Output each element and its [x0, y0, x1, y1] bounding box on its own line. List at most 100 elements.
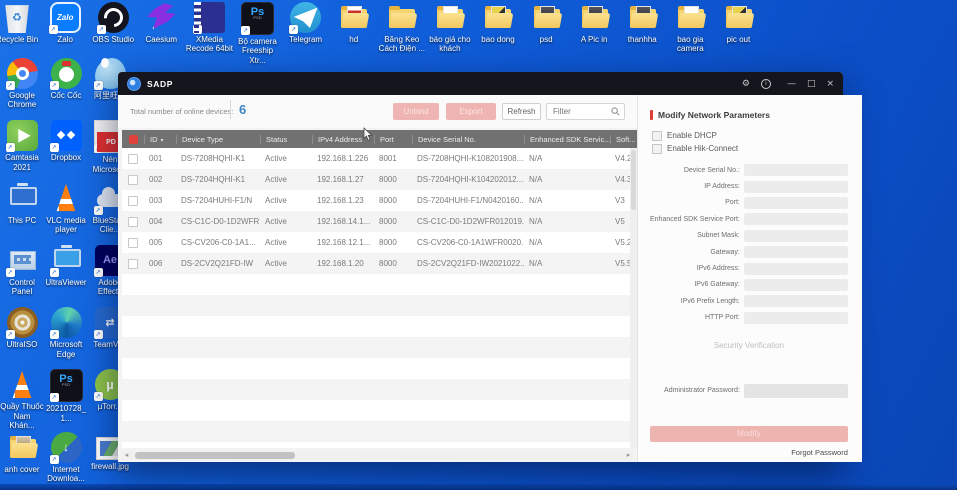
filter-input[interactable]	[551, 106, 611, 117]
port-input[interactable]	[744, 197, 848, 209]
desktop-icon-pic-out[interactable]: pic out	[714, 2, 762, 65]
desktop-icon-internet-downloa[interactable]: ↗Internet Downloa...	[44, 432, 88, 490]
desktop-icon-dropbox[interactable]: ↗Dropbox	[44, 120, 88, 182]
desktop-icon-vlc-media-player[interactable]: ↗VLC media player	[44, 183, 88, 245]
desktop-icon-google-chrome[interactable]: ↗Google Chrome	[0, 58, 44, 120]
desktop-icon-b-o-gi-cho-kh-ch[interactable]: báo giá cho khách	[426, 2, 474, 65]
shortcut-arrow-icon: ↗	[50, 455, 59, 464]
desktop-icon-psd[interactable]: psd	[522, 2, 570, 65]
select-all-checkbox[interactable]	[129, 135, 138, 144]
ipv6-prefix-length-input[interactable]	[744, 295, 848, 307]
folder-content	[732, 6, 747, 23]
enable-dhcp-checkbox[interactable]	[652, 131, 662, 141]
folder-front	[437, 13, 466, 28]
enable-hik-connect-checkbox[interactable]	[652, 144, 662, 154]
settings-gear-icon[interactable]: ⚙	[742, 79, 750, 89]
scroll-right-icon[interactable]: ▸	[624, 451, 633, 460]
desktop-icon-camtasia-2021[interactable]: ↗Camtasia 2021	[0, 120, 44, 182]
desktop-icon-hd[interactable]: hd	[330, 2, 378, 65]
scroll-left-icon[interactable]: ◂	[122, 451, 131, 460]
desktop-icon-b-camera-freeship-xtr[interactable]: ↗Bộ camera Freeship Xtr...	[233, 2, 281, 65]
close-icon[interactable]: ×	[826, 79, 834, 89]
device-serial-no-input[interactable]	[744, 164, 848, 176]
folder-back	[485, 9, 511, 28]
row-checkbox[interactable]	[128, 154, 138, 164]
maximize-icon[interactable]: □	[807, 79, 816, 89]
desktop-icon-anh-cover[interactable]: anh cover	[0, 432, 44, 490]
icon-label: 20210728_1...	[44, 404, 88, 423]
desktop-icon-telegram[interactable]: ↗Telegram	[282, 2, 330, 65]
column-header-enhanced-sdk-servic[interactable]: Enhanced SDK Servic...	[524, 135, 610, 144]
column-header-port[interactable]: Port	[374, 135, 412, 144]
search-icon[interactable]	[611, 107, 620, 116]
column-header-status[interactable]: Status	[260, 135, 312, 144]
table-row[interactable]: 002DS-7204HQHI-K1Active192.168.1.278000D…	[122, 169, 637, 190]
icon-label: Control Panel	[0, 278, 44, 297]
desktop-icon-control-panel[interactable]: ↗Control Panel	[0, 245, 44, 307]
export-button[interactable]: Export	[446, 103, 496, 120]
desktop-icon-b-ng-keo-c-ch-i-n[interactable]: Băng Keo Cách Điện ...	[378, 2, 426, 65]
icon-label: UltraISO	[7, 340, 38, 349]
desktop-icon-thanhha[interactable]: thanhha	[618, 2, 666, 65]
enhanced-sdk-service-port-input[interactable]	[744, 213, 848, 225]
icon-label: pic out	[727, 35, 751, 44]
vertical-scrollbar-thumb[interactable]	[631, 150, 636, 210]
row-checkbox[interactable]	[128, 238, 138, 248]
desktop-icon-bao-dong[interactable]: bao dong	[474, 2, 522, 65]
scrollbar-track[interactable]	[131, 452, 624, 459]
column-header-soft[interactable]: Soft...	[610, 135, 637, 144]
table-row[interactable]: 003DS-7204HUHI-F1/NActive192.168.1.23800…	[122, 190, 637, 211]
table-row[interactable]: 005CS-CV206-C0-1A1...Active192.168.12.1.…	[122, 232, 637, 253]
about-info-icon[interactable]: i	[761, 79, 771, 89]
desktop-icon-bao-gia-camera[interactable]: bao gia camera	[666, 2, 714, 65]
column-header-device-serial-no[interactable]: Device Serial No.	[412, 135, 524, 144]
desktop-icon-ultraiso[interactable]: ↗UltraISO	[0, 307, 44, 369]
column-header-device-type[interactable]: Device Type	[176, 135, 260, 144]
cell-id: 005	[144, 238, 176, 247]
modify-button[interactable]: Modify	[650, 426, 848, 442]
desktop-icon-a-pic-in[interactable]: A Pic in	[570, 2, 618, 65]
row-select-cell	[122, 259, 144, 269]
select-all-cell	[122, 135, 144, 144]
icon-label: Dropbox	[51, 153, 81, 162]
ipv6-gateway-input[interactable]	[744, 279, 848, 291]
desktop-icon-xmedia-recode-64bit[interactable]: ↗XMedia Recode 64bit	[185, 2, 233, 65]
desktop-icon-20210728-1[interactable]: ↗20210728_1...	[44, 369, 88, 431]
row-checkbox[interactable]	[128, 175, 138, 185]
desktop-icon-obs-studio[interactable]: ↗OBS Studio	[89, 2, 137, 65]
desktop-icon-qu-y-thu-c-nam-kh-n[interactable]: ↗Quầy Thuốc Nam Khán...	[0, 369, 44, 431]
refresh-button[interactable]: Refresh	[502, 103, 541, 120]
table-row[interactable]: 006DS-2CV2Q21FD-IWActive192.168.1.208000…	[122, 253, 637, 274]
table-row[interactable]: 004CS-C1C-D0-1D2WFRActive192.168.14.1...…	[122, 211, 637, 232]
folder-back	[534, 9, 560, 28]
window-titlebar[interactable]: SADP ⚙i—□×	[118, 72, 843, 95]
shortcut-arrow-icon: ↗	[50, 330, 59, 339]
desktop-icon-zalo[interactable]: ↗Zalo	[41, 2, 89, 65]
table-row[interactable]: 001DS-7208HQHI-K1Active192.168.1.2268001…	[122, 148, 637, 169]
http-port-input[interactable]	[744, 312, 848, 324]
cell-id: 003	[144, 196, 176, 205]
subnet-mask-input[interactable]	[744, 230, 848, 242]
row-checkbox[interactable]	[128, 196, 138, 206]
ip-address-input[interactable]	[744, 181, 848, 193]
desktop-icon-this-pc[interactable]: This PC	[0, 183, 44, 245]
gateway-input[interactable]	[744, 246, 848, 258]
desktop-icon-caesium[interactable]: ↗Caesium	[137, 2, 185, 65]
scrollbar-thumb[interactable]	[135, 452, 295, 459]
vertical-scrollbar[interactable]	[630, 148, 637, 448]
column-header-id[interactable]: ID▾	[144, 135, 176, 144]
minimize-icon[interactable]: —	[787, 79, 796, 89]
row-checkbox[interactable]	[128, 217, 138, 227]
desktop-icon-ultraviewer[interactable]: ↗UltraViewer	[44, 245, 88, 307]
empty-table-row	[122, 400, 637, 421]
forgot-password-link[interactable]: Forgot Password	[650, 448, 848, 457]
desktop-icon-microsoft-edge[interactable]: ↗Microsoft Edge	[44, 307, 88, 369]
admin-password-input[interactable]	[744, 384, 848, 398]
desktop-background[interactable]: Recycle Bin↗Zalo↗OBS Studio↗Caesium↗XMed…	[0, 0, 957, 490]
desktop-icon-recycle-bin[interactable]: Recycle Bin	[0, 2, 41, 65]
desktop-icon-c-c-c-c[interactable]: ↗Cốc Cốc	[44, 58, 88, 120]
row-checkbox[interactable]	[128, 259, 138, 269]
folder-content	[491, 6, 506, 23]
unbind-button[interactable]: Unbind	[393, 103, 439, 120]
ipv6-address-input[interactable]	[744, 263, 848, 275]
